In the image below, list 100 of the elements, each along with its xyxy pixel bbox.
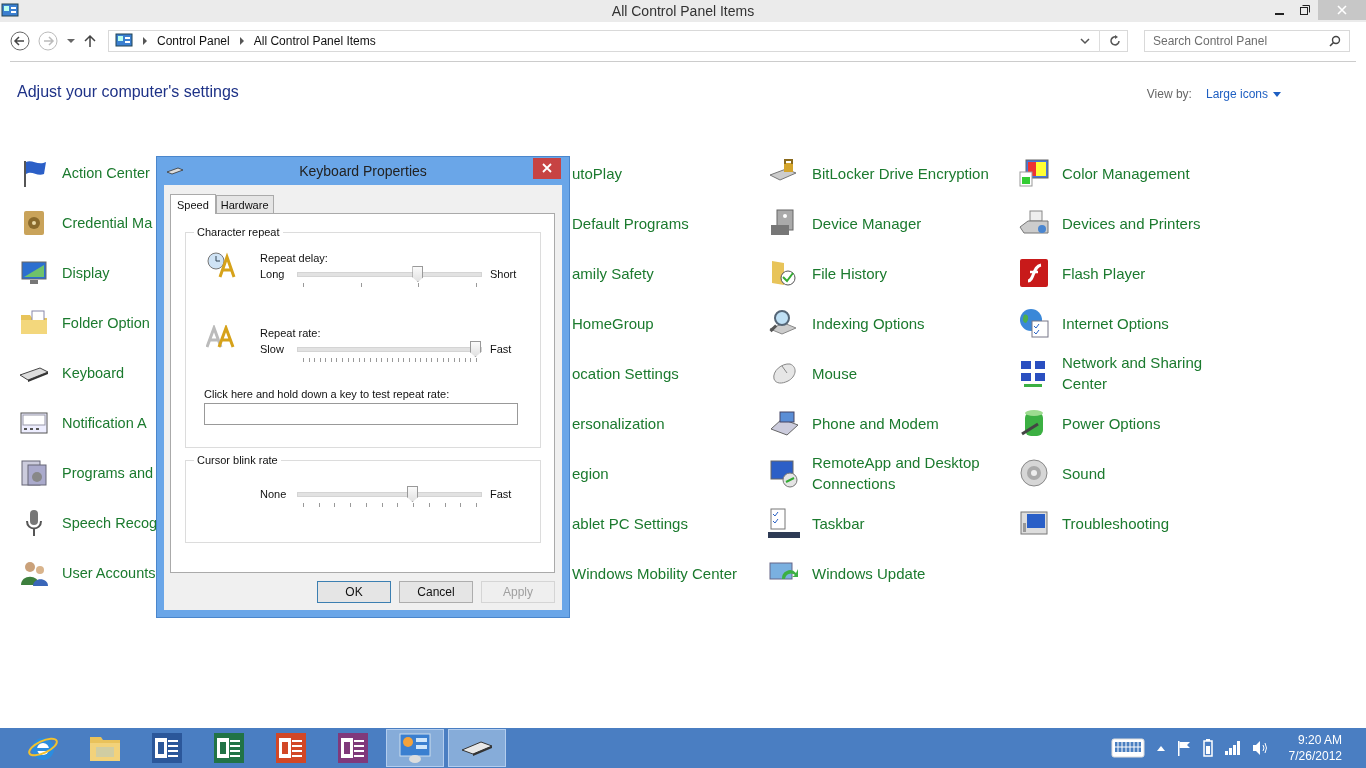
slider-min-label: Long — [260, 268, 286, 280]
slider-min-label: Slow — [260, 343, 285, 355]
control-panel-icon — [399, 733, 431, 763]
control-panel-link[interactable]: Network and Sharing Center — [1062, 352, 1222, 394]
search-icon[interactable] — [1329, 35, 1341, 47]
battery-icon[interactable] — [1202, 739, 1213, 757]
control-panel-link[interactable]: Device Manager — [812, 212, 922, 234]
group-title: Cursor blink rate — [196, 454, 279, 466]
minimize-icon — [1274, 12, 1284, 15]
keyboard-icon — [166, 167, 184, 175]
caret-icon — [1273, 91, 1281, 97]
tab[interactable]: Hardware — [215, 195, 274, 213]
slider-min-label: None — [260, 488, 288, 500]
control-panel-link[interactable]: File History — [812, 262, 887, 284]
checklist-icon[interactable] — [768, 507, 800, 539]
control-panel-link[interactable]: Devices and Printers — [1062, 212, 1201, 234]
view-by-label: View by: — [1146, 87, 1192, 101]
slider-max-label: Fast — [489, 343, 513, 355]
group-title: Character repeat — [196, 226, 281, 238]
control-panel-link[interactable]: Action Center — [62, 162, 150, 184]
control-panel-link[interactable]: Troubleshooting — [1062, 512, 1169, 534]
control-panel-link[interactable]: Indexing Options — [812, 312, 925, 334]
slider[interactable] — [297, 488, 482, 510]
address-bar[interactable]: Control Panel All Control Panel Items — [108, 30, 1128, 52]
slider-max-label: Short — [489, 268, 518, 280]
slider-label: Repeat delay: — [260, 252, 329, 264]
clock-time: 9:20 AM — [1297, 732, 1342, 748]
close-button[interactable] — [533, 157, 561, 179]
color-monitor-icon[interactable] — [1018, 157, 1050, 189]
slider-label: Repeat rate: — [260, 327, 322, 339]
clock-date: 7/26/2012 — [1288, 748, 1342, 764]
document-app-icon — [152, 733, 182, 763]
dialog-button[interactable]: Cancel — [399, 581, 473, 603]
control-panel-link[interactable]: Windows Update — [812, 562, 926, 584]
caret-up-icon[interactable] — [1156, 745, 1165, 751]
control-panel-link[interactable]: Keyboard — [62, 362, 125, 384]
slider[interactable] — [297, 343, 482, 365]
chevron-icon[interactable] — [142, 37, 148, 45]
remote-monitor-icon[interactable] — [768, 457, 800, 489]
control-panel-link[interactable]: Sound — [1062, 462, 1106, 484]
speaker-icon[interactable] — [1018, 457, 1050, 489]
slider[interactable] — [297, 268, 482, 290]
back-button[interactable] — [10, 31, 30, 51]
slider-thumb[interactable] — [407, 486, 418, 502]
view-by-dropdown[interactable]: Large icons — [1205, 87, 1281, 101]
test-input-field[interactable] — [204, 403, 518, 425]
dropdown-caret-icon[interactable] — [66, 38, 76, 44]
control-panel-link[interactable]: Notification A — [62, 412, 147, 434]
document-app-icon — [338, 733, 368, 763]
control-panel-link[interactable]: Flash Player — [1062, 262, 1146, 284]
control-panel-link[interactable]: HomeGroup — [572, 312, 654, 334]
control-panel-link[interactable]: Phone and Modem — [812, 412, 939, 434]
dropdown-caret-icon[interactable] — [1080, 37, 1090, 45]
window-title: All Control Panel Items — [611, 3, 755, 19]
speaker-icon[interactable] — [1252, 741, 1269, 755]
slider-thumb[interactable] — [470, 341, 481, 357]
control-panel-icon — [115, 33, 133, 49]
chevron-icon[interactable] — [238, 37, 245, 45]
control-panel-link[interactable]: Default Programs — [572, 212, 689, 234]
control-panel-link[interactable]: RemoteApp and Desktop Connections — [812, 452, 1002, 494]
control-panel-link[interactable]: ablet PC Settings — [572, 512, 688, 534]
close-icon — [1337, 5, 1347, 15]
control-panel-link[interactable]: Windows Mobility Center — [572, 562, 738, 584]
control-panel-link[interactable]: utoPlay — [572, 162, 623, 184]
control-panel-link[interactable]: ocation Settings — [572, 362, 679, 384]
slider-thumb[interactable] — [412, 266, 424, 282]
restore-icon — [1300, 5, 1310, 15]
control-panel-link[interactable]: Speech Recog — [62, 512, 158, 534]
up-arrow-icon[interactable] — [84, 34, 96, 48]
control-panel-link[interactable]: Mouse — [812, 362, 858, 384]
tab[interactable]: Speed — [170, 194, 216, 214]
slider-max-label: Fast — [489, 488, 513, 500]
flag-icon[interactable] — [1176, 740, 1191, 756]
page-heading: Adjust your computer's settings — [17, 83, 239, 101]
signal-icon[interactable] — [1224, 741, 1241, 755]
document-app-icon — [214, 733, 244, 763]
control-panel-link[interactable]: Credential Ma — [62, 212, 153, 234]
control-panel-link[interactable]: amily Safety — [572, 262, 654, 284]
flash-icon[interactable] — [1018, 257, 1050, 289]
dialog-button[interactable]: OK — [317, 581, 391, 603]
breadcrumb-item[interactable]: Control Panel — [157, 34, 230, 48]
control-panel-link[interactable]: ersonalization — [572, 412, 665, 434]
control-panel-link[interactable]: Programs and — [62, 462, 154, 484]
search-field[interactable]: Search Control Panel — [1144, 30, 1350, 52]
control-panel-link[interactable]: Power Options — [1062, 412, 1161, 434]
control-panel-link[interactable]: Taskbar — [812, 512, 865, 534]
dialog-title: Keyboard Properties — [299, 163, 427, 179]
control-panel-link[interactable]: BitLocker Drive Encryption — [812, 162, 989, 184]
control-panel-link[interactable]: egion — [572, 462, 609, 484]
clock-letter-icon — [206, 250, 238, 278]
control-panel-link[interactable]: User Accounts — [62, 562, 156, 584]
clock[interactable]: 9:20 AM 7/26/2012 — [1288, 732, 1342, 764]
taskbar-button[interactable] — [448, 729, 506, 767]
refresh-icon[interactable] — [1109, 35, 1121, 47]
control-panel-link[interactable]: Color Management — [1062, 162, 1190, 184]
control-panel-link[interactable]: Internet Options — [1062, 312, 1169, 334]
globe-icon[interactable] — [1018, 307, 1050, 339]
control-panel-link[interactable]: Folder Option — [62, 312, 150, 334]
breadcrumb-item[interactable]: All Control Panel Items — [253, 34, 376, 48]
control-panel-link[interactable]: Display — [62, 262, 110, 284]
